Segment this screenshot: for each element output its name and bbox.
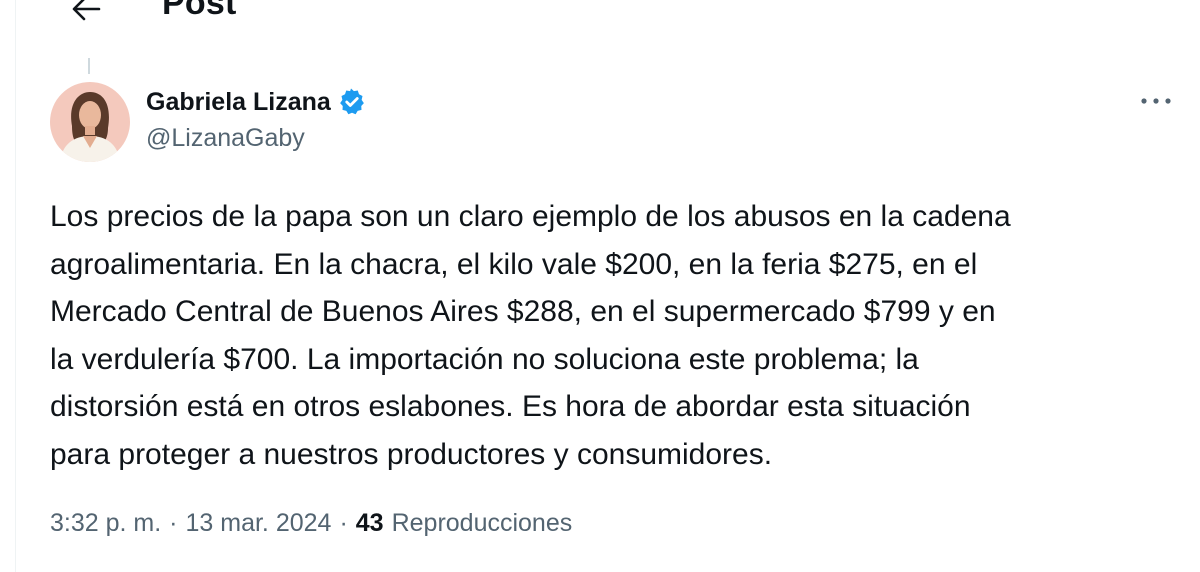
post-page: Post Gabriela Lizana @LizanaGaby Los pre…	[0, 0, 1200, 572]
page-header: Post	[16, 0, 1200, 30]
author-display-name[interactable]: Gabriela Lizana	[146, 88, 331, 117]
avatar[interactable]	[50, 82, 130, 162]
more-options-button[interactable]	[1132, 86, 1180, 116]
arrow-left-icon	[72, 0, 101, 21]
page-title: Post	[162, 0, 237, 22]
post-metadata: 3:32 p. m. · 13 mar. 2024 · 43 Reproducc…	[50, 509, 572, 538]
post-time[interactable]: 3:32 p. m.	[50, 509, 161, 538]
back-button[interactable]	[66, 0, 106, 26]
thread-connector	[88, 58, 90, 74]
meta-separator: ·	[339, 509, 348, 537]
verified-badge-icon[interactable]	[337, 87, 367, 117]
views-count: 43	[355, 509, 384, 537]
author-info: Gabriela Lizana @LizanaGaby	[146, 86, 367, 153]
post-text: Los precios de la papa son un claro ejem…	[50, 200, 1011, 471]
avatar-image	[50, 82, 130, 162]
more-horizontal-icon	[1141, 98, 1171, 104]
meta-separator: ·	[169, 509, 178, 537]
column-border	[15, 0, 16, 572]
author-name-row: Gabriela Lizana	[146, 86, 367, 118]
post-date[interactable]: 13 mar. 2024	[186, 509, 332, 538]
author-handle[interactable]: @LizanaGaby	[146, 124, 367, 153]
views-label: Reproducciones	[391, 509, 573, 537]
